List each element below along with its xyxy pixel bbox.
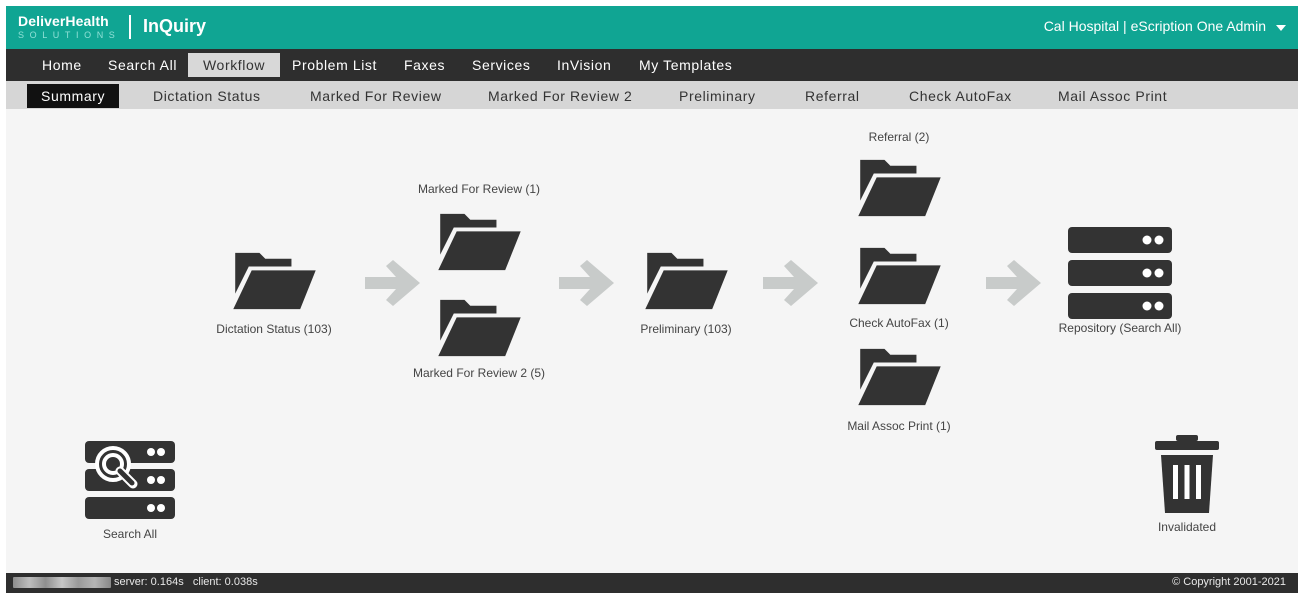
brand-name: DeliverHealth xyxy=(18,13,109,29)
node-invalidated[interactable]: Invalidated xyxy=(1137,435,1237,534)
server-search-icon xyxy=(85,441,175,519)
trash-icon xyxy=(1155,435,1219,513)
brand-logo[interactable]: DeliverHealth SOLUTIONS xyxy=(18,13,121,41)
node-marked-for-review[interactable]: Marked For Review (1) xyxy=(404,182,554,274)
tab-referral[interactable]: Referral xyxy=(791,84,874,108)
node-marked-for-review-2[interactable]: Marked For Review 2 (5) xyxy=(404,296,554,380)
node-label: Referral (2) xyxy=(868,130,930,144)
node-label: Preliminary (103) xyxy=(640,322,732,336)
node-label: Repository (Search All) xyxy=(1058,321,1182,335)
tab-marked-for-review[interactable]: Marked For Review xyxy=(296,84,456,108)
server-stack-icon xyxy=(1068,227,1172,319)
folder-open-icon xyxy=(435,296,523,360)
nav-search-all[interactable]: Search All xyxy=(93,53,192,77)
sub-nav: Summary Dictation Status Marked For Revi… xyxy=(6,81,1298,109)
nav-home[interactable]: Home xyxy=(27,53,97,77)
node-dictation-status[interactable]: Dictation Status (103) xyxy=(199,249,349,336)
app-title: InQuiry xyxy=(143,16,207,36)
tab-summary[interactable]: Summary xyxy=(27,84,120,108)
nav-problem-list[interactable]: Problem List xyxy=(277,53,392,77)
chevron-down-icon[interactable] xyxy=(1276,24,1286,31)
node-label: Search All xyxy=(102,527,158,541)
nav-faxes[interactable]: Faxes xyxy=(389,53,460,77)
node-label: Check AutoFax (1) xyxy=(849,316,949,330)
nav-my-templates[interactable]: My Templates xyxy=(624,53,747,77)
folder-open-icon xyxy=(855,156,943,220)
node-referral[interactable]: Referral (2) xyxy=(824,130,974,220)
arrow-right-icon xyxy=(984,260,1044,306)
tab-check-autofax[interactable]: Check AutoFax xyxy=(895,84,1026,108)
top-header: DeliverHealth SOLUTIONS InQuiry Cal Hosp… xyxy=(6,6,1298,49)
main-nav: Home Search All Workflow Problem List Fa… xyxy=(6,49,1298,81)
copyright: © Copyright 2001-2021 xyxy=(1172,576,1286,588)
status-footer: server: 0.164s client: 0.038s © Copyrigh… xyxy=(6,573,1298,593)
redacted-user-info xyxy=(13,577,111,588)
node-label: Mail Assoc Print (1) xyxy=(847,419,951,433)
node-label: Marked For Review 2 (5) xyxy=(412,366,546,380)
folder-open-icon xyxy=(642,249,730,313)
node-check-autofax[interactable]: Check AutoFax (1) xyxy=(824,244,974,330)
nav-invision[interactable]: InVision xyxy=(542,53,626,77)
node-label: Marked For Review (1) xyxy=(417,182,541,196)
header-divider xyxy=(129,15,131,39)
node-label: Dictation Status (103) xyxy=(216,322,332,336)
node-mail-assoc-print[interactable]: Mail Assoc Print (1) xyxy=(824,345,974,433)
brand-subtitle: SOLUTIONS xyxy=(18,30,121,40)
user-menu-label: Cal Hospital | eScription One Admin xyxy=(1043,18,1266,34)
tab-dictation-status[interactable]: Dictation Status xyxy=(139,84,275,108)
arrow-right-icon xyxy=(557,260,617,306)
app-frame: DeliverHealth SOLUTIONS InQuiry Cal Hosp… xyxy=(6,6,1298,593)
node-preliminary[interactable]: Preliminary (103) xyxy=(611,249,761,336)
folder-open-icon xyxy=(855,244,943,308)
nav-workflow[interactable]: Workflow xyxy=(188,53,281,77)
folder-open-icon xyxy=(855,345,943,409)
folder-open-icon xyxy=(230,249,318,313)
node-search-all[interactable]: Search All xyxy=(70,439,190,541)
arrow-right-icon xyxy=(761,260,821,306)
user-menu[interactable]: Cal Hospital | eScription One Admin xyxy=(1044,18,1286,34)
nav-services[interactable]: Services xyxy=(457,53,545,77)
tab-mail-assoc-print[interactable]: Mail Assoc Print xyxy=(1044,84,1181,108)
timing-info: server: 0.164s client: 0.038s xyxy=(114,576,258,588)
node-repository[interactable]: Repository (Search All) xyxy=(1045,227,1195,335)
tab-marked-for-review-2[interactable]: Marked For Review 2 xyxy=(474,84,646,108)
folder-open-icon xyxy=(435,210,523,274)
workflow-summary: Dictation Status (103) Marked For Review… xyxy=(6,109,1298,573)
tab-preliminary[interactable]: Preliminary xyxy=(665,84,770,108)
node-label: Invalidated xyxy=(1157,520,1217,534)
